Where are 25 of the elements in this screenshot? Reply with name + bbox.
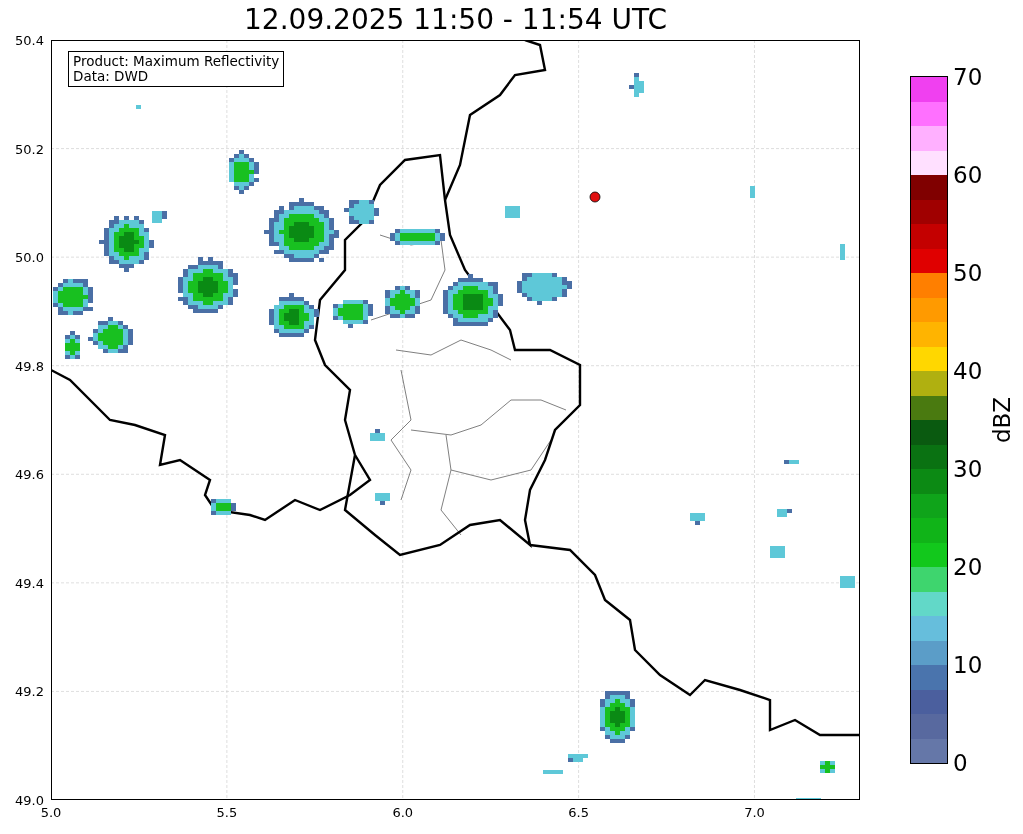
color-bar-label: dBZ — [990, 396, 1014, 444]
color-bar-tick-label: 60 — [953, 163, 983, 187]
color-bar-tick-label: 20 — [953, 555, 983, 579]
axis-tick-label: 49.8 — [15, 359, 44, 373]
color-bar-tick-label: 30 — [953, 457, 983, 481]
axis-tick-label: 50.0 — [15, 250, 44, 264]
axis-tick-label: 49.6 — [15, 467, 44, 481]
axis-tick-label: 6.0 — [392, 806, 414, 819]
axis-tick-label: 49.4 — [15, 576, 44, 590]
info-text: Data: DWD — [73, 69, 150, 84]
color-bar-tick-label: 10 — [953, 653, 983, 677]
color-bar-tick-label: 50 — [953, 261, 983, 285]
info-text: Product: Maximum Reflectivity — [73, 54, 280, 69]
axis-tick-label: 5.0 — [40, 806, 62, 819]
axis-tick-label: 50.2 — [15, 142, 44, 156]
axis-tick-label: 49.0 — [15, 793, 44, 807]
axis-tick-label: 5.5 — [216, 806, 238, 819]
axis-tick-label: 7.0 — [744, 806, 765, 819]
axis-tick-label: 49.2 — [15, 684, 44, 698]
chart-title: 12.09.2025 11:50 - 11:54 UTC — [244, 6, 667, 34]
color-bar-tick-label: 40 — [953, 359, 983, 383]
axis-tick-label: 6.5 — [568, 806, 589, 819]
axis-tick-label: 50.4 — [15, 33, 44, 47]
color-bar-tick-label: 70 — [953, 65, 983, 89]
color-bar-tick-label: 0 — [953, 751, 968, 775]
